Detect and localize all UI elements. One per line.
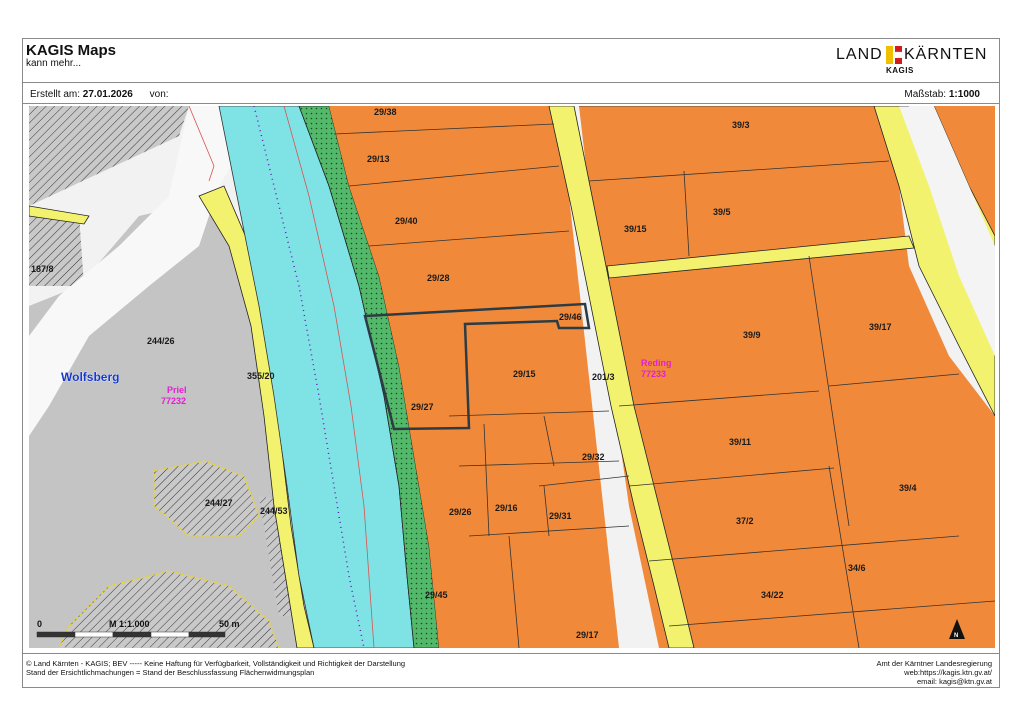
parcel-label: 29/31 — [549, 511, 572, 521]
meta-divider — [22, 103, 1000, 104]
scalebar-middle-label: M 1:1.000 — [109, 619, 150, 629]
kaernten-emblem-icon — [886, 46, 902, 64]
footer-status: Stand der Ersichtlichmachungen = Stand d… — [26, 668, 315, 677]
zone-number-label: 77232 — [161, 396, 186, 406]
parcel-label: 39/11 — [729, 437, 751, 447]
parcel-label: 29/32 — [582, 452, 605, 462]
footer-left: © Land Kärnten - KAGIS; BEV ----- Keine … — [26, 659, 405, 677]
parcel-label: 201/3 — [592, 372, 615, 382]
parcel-label: 244/27 — [205, 498, 233, 508]
parcel-label: 29/16 — [495, 503, 518, 513]
parcel-label: 244/53 — [260, 506, 288, 516]
parcel-label: 39/17 — [869, 322, 892, 332]
footer-office: Amt der Kärntner Landesregierung — [876, 659, 993, 668]
scale-label: Maßstab: — [904, 89, 947, 100]
parcel-label: 37/2 — [736, 516, 754, 526]
created-date: 27.01.2026 — [82, 89, 133, 100]
parcel-label: 29/40 — [395, 216, 418, 226]
land-kaernten-logo: LAND KÄRNTEN KAGIS — [836, 44, 996, 78]
map-view[interactable]: 29/38 39/3 29/13 29/40 39/5 39/15 187/8 … — [29, 106, 995, 648]
parcel-label: 29/45 — [425, 590, 448, 600]
header-divider — [22, 82, 1000, 83]
zone-number-label: 77233 — [641, 369, 666, 379]
from-label: von: — [149, 89, 169, 100]
footer-divider — [22, 653, 1000, 654]
scale-info: Maßstab: 1:1000 — [904, 89, 980, 100]
parcel-label: 34/6 — [848, 563, 866, 573]
parcel-label: 29/17 — [576, 630, 599, 640]
parcel-label: 244/26 — [147, 336, 175, 346]
map-canvas: 29/38 39/3 29/13 29/40 39/5 39/15 187/8 … — [29, 106, 995, 648]
footer-web-link[interactable]: web:https://kagis.ktn.gv.at/ — [877, 668, 992, 677]
footer-right: Amt der Kärntner Landesregierung web:htt… — [877, 659, 993, 686]
scalebar-end-label: 50 m — [219, 619, 240, 629]
logo-subtext: KAGIS — [886, 66, 914, 75]
parcel-label: 29/26 — [449, 507, 472, 517]
parcel-label: 187/8 — [31, 264, 54, 274]
parcel-label: 355/20 — [247, 371, 275, 381]
parcel-label: 39/15 — [624, 224, 647, 234]
zone-name-label: Reding — [641, 358, 672, 368]
parcel-label: 39/4 — [899, 483, 917, 493]
scalebar-start-label: 0 — [37, 619, 42, 629]
created-info: Erstellt am: 27.01.2026 von: — [30, 89, 169, 100]
parcel-label: 29/46 — [559, 312, 582, 322]
app-subtitle: kann mehr... — [26, 58, 82, 69]
footer-email-link[interactable]: email: kagis@ktn.gv.at — [877, 677, 992, 686]
parcel-label: 29/15 — [513, 369, 536, 379]
parcel-label: 29/38 — [374, 107, 397, 117]
zone-name-label: Priel — [167, 385, 187, 395]
footer-copyright: © Land Kärnten - KAGIS; BEV ----- Keine … — [26, 659, 406, 668]
place-name-label: Wolfsberg — [61, 370, 119, 384]
parcel-label: 29/27 — [411, 402, 434, 412]
parcel-label: 34/22 — [761, 590, 784, 600]
logo-text-left: LAND — [836, 46, 883, 63]
parcel-label: 39/9 — [743, 330, 761, 340]
parcel-label: 39/3 — [732, 120, 750, 130]
parcel-label: 29/13 — [367, 154, 390, 164]
app-title: KAGIS Maps — [26, 42, 117, 59]
created-label: Erstellt am: — [30, 89, 81, 100]
north-letter: N — [954, 633, 958, 639]
logo-text-right: KÄRNTEN — [904, 46, 988, 63]
parcel-label: 29/28 — [427, 273, 450, 283]
scale-value: 1:1000 — [948, 89, 980, 100]
parcel-label: 39/5 — [713, 207, 731, 217]
